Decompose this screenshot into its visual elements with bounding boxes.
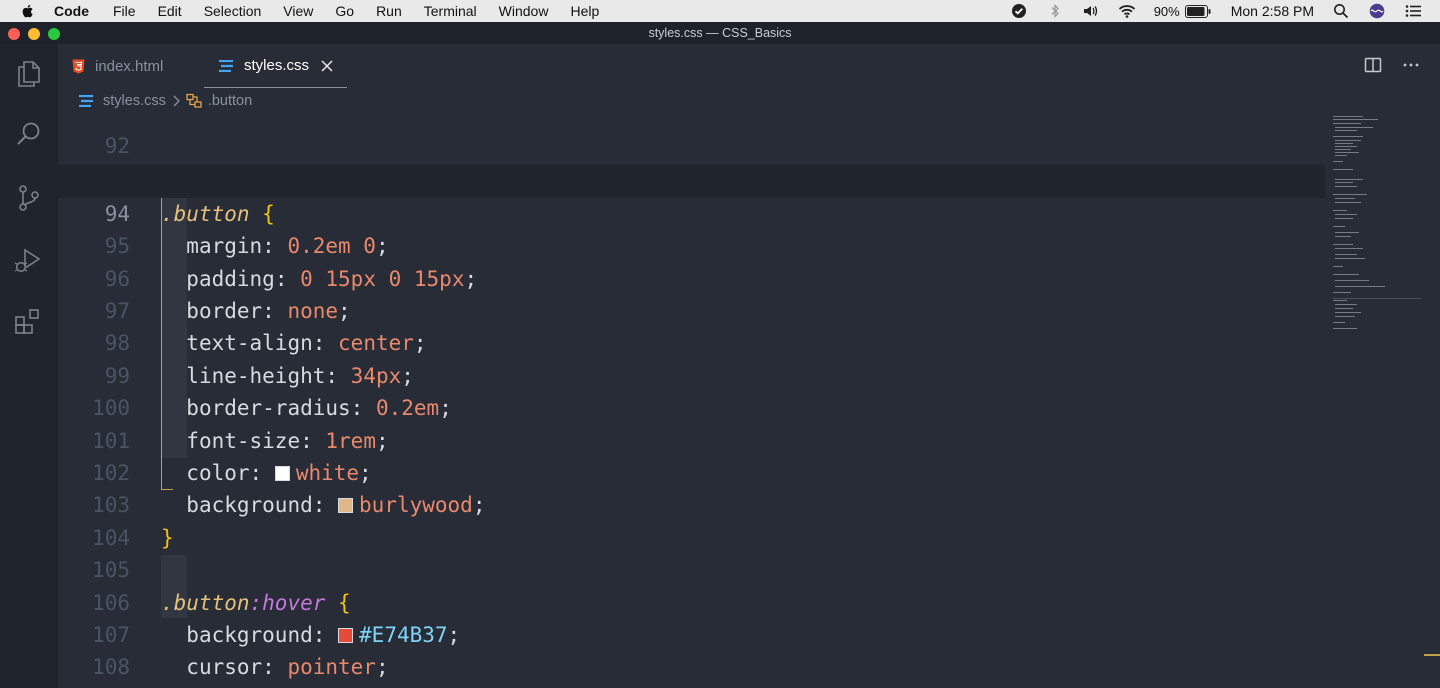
tab-label: styles.css [244,57,310,74]
menu-window[interactable]: Window [499,3,549,19]
css3-icon [219,59,233,72]
extensions-icon[interactable] [13,306,45,338]
code-line[interactable]: 96 border: none; [58,230,1325,323]
bluetooth-icon[interactable] [1046,3,1064,19]
css-property: cursor [186,655,263,680]
menu-edit[interactable]: Edit [158,3,182,19]
css-value: pointer [287,655,376,680]
minimap[interactable] [1325,114,1440,688]
zoom-window-button[interactable] [48,28,60,40]
split-editor-icon[interactable] [1364,56,1382,74]
tab-label: index.html [95,57,164,75]
battery-percent: 90% [1153,3,1180,19]
chevron-right-icon [173,95,180,107]
minimize-window-button[interactable] [28,28,40,40]
code-line[interactable]: 107 cursor: pointer; [58,587,1325,679]
menu-help[interactable]: Help [570,3,599,19]
line-number: 108 [92,655,130,680]
tab-index-html[interactable]: index.html [72,44,163,88]
menu-terminal[interactable]: Terminal [424,3,477,19]
menu-selection[interactable]: Selection [204,3,262,19]
siri-icon[interactable] [1368,3,1386,19]
explorer-files-icon[interactable] [13,58,45,90]
breadcrumb-file[interactable]: styles.css [103,93,166,109]
close-icon[interactable] [321,59,333,72]
code-line[interactable]: 99 border-radius: 0.2em; [58,327,1325,420]
code-editor[interactable]: 92 93 .button { 94 margin: 0.2em 0; 95 p… [58,114,1325,688]
css3-icon [79,95,93,107]
code-line[interactable]: 101 color: white; [58,392,1325,485]
code-line[interactable]: 97 text-align: center; [58,263,1325,355]
code-line[interactable]: 95 padding: 0 15px 0 15px; [58,198,1325,290]
close-window-button[interactable] [8,28,20,40]
battery-icon[interactable] [1184,4,1211,18]
html5-icon [72,59,85,73]
control-center-icon[interactable] [1404,3,1422,19]
code-line[interactable]: 92 [58,114,1325,158]
window-title: styles.css — CSS_Basics [648,26,792,40]
source-control-icon[interactable] [13,182,45,214]
editor-tab-bar: index.html styles.css [58,44,1440,88]
code-line[interactable]: 104 [58,489,1325,550]
breadcrumb: styles.css .button [78,89,258,113]
breadcrumb-symbol[interactable]: .button [208,93,252,109]
code-line[interactable]: 108 } [58,619,1325,688]
checkmark-shield-icon[interactable] [1010,3,1028,19]
clock[interactable]: Mon 2:58 PM [1231,3,1314,19]
wifi-icon[interactable] [1118,3,1136,19]
code-line[interactable]: 105 .button:hover { [58,522,1325,614]
tab-styles-css[interactable]: styles.css [204,44,347,88]
apple-logo-icon[interactable] [20,3,36,19]
code-line[interactable]: 103 } [58,457,1325,549]
activity-bar [0,44,58,688]
menu-file[interactable]: File [113,3,136,19]
symbol-class-icon [186,93,202,108]
code-line-current[interactable]: 94 margin: 0.2em 0; [58,165,1325,258]
code-line[interactable]: 102 background: burlywood; [58,425,1325,517]
menu-run[interactable]: Run [376,3,402,19]
menu-go[interactable]: Go [335,3,354,19]
code-line[interactable]: 100 font-size: 1rem; [58,360,1325,452]
macos-menu-bar: Code File Edit Selection View Go Run Ter… [0,0,1440,22]
volume-icon[interactable] [1082,3,1100,19]
more-actions-icon[interactable] [1402,56,1420,74]
run-debug-icon[interactable] [13,244,45,276]
search-icon[interactable] [13,118,45,150]
menu-app-name[interactable]: Code [54,3,89,19]
code-line[interactable]: 98 line-height: 34px; [58,295,1325,387]
code-line[interactable]: 106 background: #E74B37; [58,554,1325,647]
window-title-bar: styles.css — CSS_Basics [0,22,1440,44]
spotlight-search-icon[interactable] [1332,3,1350,19]
code-line[interactable]: 93 .button { [58,133,1325,225]
menu-view[interactable]: View [283,3,313,19]
